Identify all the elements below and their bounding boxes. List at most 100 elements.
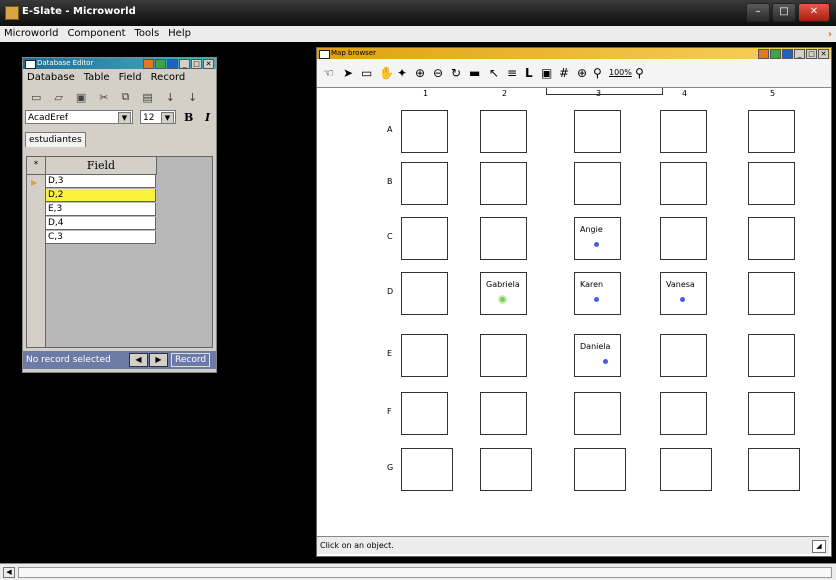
minimize-button[interactable]: _ [179, 59, 190, 69]
student-marker[interactable] [603, 359, 608, 364]
close-button[interactable]: ✕ [798, 3, 830, 22]
seat-cell[interactable]: Vanesa [660, 272, 707, 315]
seat-cell[interactable] [480, 392, 527, 435]
seat-cell[interactable] [748, 217, 795, 260]
hand-icon[interactable]: ☜ [323, 66, 334, 80]
menu-help[interactable]: Help [168, 26, 191, 42]
seat-cell[interactable] [480, 448, 532, 491]
seat-cell[interactable] [748, 334, 795, 377]
info-icon[interactable] [782, 49, 793, 59]
table-row-selected[interactable]: D,2 [46, 189, 156, 202]
rectangle-select-icon[interactable]: ▭ [361, 66, 372, 80]
font-size-select[interactable]: 12 ▼ [140, 110, 176, 124]
seat-cell[interactable] [574, 392, 621, 435]
bold-button[interactable]: B [184, 111, 193, 124]
student-marker[interactable] [594, 242, 599, 247]
cut-icon[interactable]: ✂ [99, 91, 108, 104]
seat-cell[interactable] [660, 392, 707, 435]
next-record-button[interactable]: ▶ [149, 353, 168, 367]
table-row[interactable]: D,4 [46, 217, 156, 230]
italic-button[interactable]: I [205, 111, 210, 124]
seat-cell[interactable] [660, 217, 707, 260]
seat-cell[interactable] [660, 162, 707, 205]
seat-cell[interactable] [480, 217, 527, 260]
map-browser-title-bar[interactable]: Map browser _ □ ✕ [317, 48, 831, 59]
table-row[interactable]: E,3 [46, 203, 156, 216]
maximize-button[interactable]: □ [806, 49, 817, 59]
seat-cell[interactable] [748, 392, 795, 435]
seat-cell[interactable] [480, 162, 527, 205]
font-name-select[interactable]: AcadEref ▼ [25, 110, 133, 124]
tab-estudiantes[interactable]: estudiantes [25, 132, 86, 147]
seat-cell[interactable] [401, 110, 448, 153]
measure-icon[interactable]: ▬ [469, 66, 480, 80]
zoom-icon[interactable]: ⚲ [593, 66, 602, 80]
seat-cell[interactable] [660, 110, 707, 153]
menu-component[interactable]: Component [67, 26, 125, 42]
pointer-icon[interactable]: ➤ [343, 66, 353, 80]
zoom-in-icon[interactable]: ⊕ [415, 66, 425, 80]
seat-cell[interactable] [480, 334, 527, 377]
menu-tools[interactable]: Tools [135, 26, 160, 42]
seat-cell[interactable]: Karen [574, 272, 621, 315]
seat-cell[interactable] [748, 272, 795, 315]
zoom-out-icon[interactable]: ⊖ [433, 66, 443, 80]
seat-cell[interactable]: Gabriela [480, 272, 527, 315]
maximize-button[interactable]: □ [772, 3, 796, 22]
rotate-icon[interactable]: ↻ [451, 66, 461, 80]
magnifier-icon[interactable]: ⚲ [635, 66, 644, 80]
pin-icon[interactable] [143, 59, 154, 69]
minimize-button[interactable]: – [746, 3, 770, 22]
locate-icon[interactable]: ⊕ [577, 66, 587, 80]
scroll-left-icon[interactable]: ◀ [3, 567, 15, 578]
horizontal-scrollbar[interactable]: ◀ [0, 563, 836, 580]
seat-cell[interactable] [480, 110, 527, 153]
seat-cell[interactable] [574, 448, 626, 491]
seat-cell[interactable] [574, 162, 621, 205]
seat-cell[interactable]: Daniela [574, 334, 621, 377]
zoom-100-button[interactable]: 100% [609, 68, 632, 77]
info-pointer-icon[interactable]: ↖ [489, 66, 499, 80]
seat-cell[interactable] [660, 448, 712, 491]
resize-corner-icon[interactable]: ◢ [812, 540, 826, 553]
database-editor-title-bar[interactable]: Database Editor _ □ ✕ [23, 58, 216, 69]
open-icon[interactable]: ▱ [54, 91, 62, 104]
seat-cell[interactable] [401, 392, 448, 435]
pin-icon[interactable]: ✦ [397, 66, 407, 80]
label-icon[interactable]: L [525, 66, 533, 80]
map-canvas[interactable]: 1 2 3 4 5 A B C Angie D Gabriela Karen Vanesa E Daniel… [317, 88, 829, 535]
record-button[interactable]: Record [171, 353, 211, 367]
grid-icon[interactable]: # [559, 66, 569, 80]
info-icon[interactable] [167, 59, 178, 69]
menu-microworld[interactable]: Microworld [4, 26, 58, 42]
select-all-cell[interactable]: * [27, 157, 45, 175]
menu-database[interactable]: Database [27, 69, 75, 86]
previous-record-button[interactable]: ◀ [129, 353, 148, 367]
save-icon[interactable]: ▣ [76, 91, 86, 104]
seat-cell[interactable] [401, 334, 448, 377]
student-marker[interactable] [500, 297, 505, 302]
seat-cell[interactable] [401, 272, 448, 315]
map-image-icon[interactable]: ▣ [541, 66, 552, 80]
column-header-field[interactable]: Field [46, 157, 157, 175]
help-icon[interactable] [770, 49, 781, 59]
student-marker[interactable] [680, 297, 685, 302]
new-icon[interactable]: ▭ [31, 91, 41, 104]
layers-icon[interactable]: ≡ [507, 66, 517, 80]
seat-cell[interactable] [748, 162, 795, 205]
seat-cell[interactable] [574, 110, 621, 153]
paste-icon[interactable]: ▤ [142, 91, 152, 104]
student-marker[interactable] [594, 297, 599, 302]
seat-cell[interactable] [660, 334, 707, 377]
seat-cell[interactable]: Angie [574, 217, 621, 260]
sort-descending-icon[interactable]: ↓ [188, 91, 197, 104]
scroll-track[interactable] [18, 567, 832, 578]
maximize-button[interactable]: □ [191, 59, 202, 69]
table-row[interactable]: C,3 [46, 231, 156, 244]
help-icon[interactable] [155, 59, 166, 69]
close-button[interactable]: ✕ [203, 59, 214, 69]
seat-cell[interactable] [401, 217, 448, 260]
minimize-button[interactable]: _ [794, 49, 805, 59]
sort-ascending-icon[interactable]: ↓ [166, 91, 175, 104]
seat-cell[interactable] [401, 448, 453, 491]
